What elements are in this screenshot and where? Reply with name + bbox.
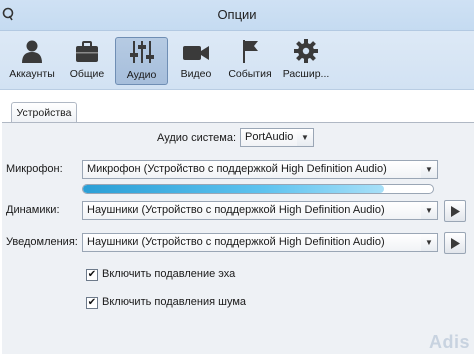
toolbar-label: Расшир... [282, 68, 330, 80]
speakers-value: Наушники (Устройство с поддержкой High D… [87, 204, 385, 216]
microphone-value: Микрофон (Устройство с поддержкой High D… [87, 163, 387, 175]
speakers-select[interactable]: Наушники (Устройство с поддержкой High D… [82, 201, 438, 220]
notifications-select[interactable]: Наушники (Устройство с поддержкой High D… [82, 233, 438, 252]
chevron-down-icon: ▼ [421, 161, 437, 178]
video-camera-icon [183, 46, 209, 60]
content-area: Устройства Аудио система: PortAudio ▼ Ми… [0, 90, 474, 354]
toolbar-audio[interactable]: Аудио [115, 37, 168, 85]
toolbar: Аккаунты Общие Аудио Видео События Расши… [0, 31, 474, 90]
play-icon [450, 237, 460, 249]
microphone-select[interactable]: Микрофон (Устройство с поддержкой High D… [82, 160, 438, 179]
tab-devices[interactable]: Устройства [11, 102, 77, 123]
gear-icon [294, 39, 318, 63]
person-icon [22, 40, 42, 63]
toolbar-advanced[interactable]: Расшир... [280, 37, 332, 85]
notifications-value: Наушники (Устройство с поддержкой High D… [87, 236, 385, 248]
sliders-icon [129, 41, 154, 63]
flag-icon [243, 40, 258, 63]
toolbar-label: Аудио [126, 69, 157, 81]
notifications-test-button[interactable] [444, 232, 466, 254]
audio-system-select[interactable]: PortAudio ▼ [240, 128, 314, 147]
chevron-down-icon: ▼ [421, 202, 437, 219]
audio-system-value: PortAudio [245, 131, 294, 143]
audio-system-label: Аудио система: [157, 132, 236, 144]
notifications-label: Уведомления: [6, 236, 78, 248]
microphone-level-fill [83, 185, 384, 193]
toolbar-general[interactable]: Общие [62, 37, 112, 85]
chevron-down-icon: ▼ [297, 129, 313, 146]
microphone-label: Микрофон: [6, 163, 63, 175]
toolbar-label: Видео [180, 68, 212, 80]
echo-cancel-label: Включить подавление эха [102, 268, 236, 280]
toolbar-video[interactable]: Видео [172, 37, 220, 85]
play-icon [450, 205, 460, 217]
toolbar-label: Общие [69, 68, 105, 80]
toolbar-label: Аккаунты [9, 68, 55, 80]
chevron-down-icon: ▼ [421, 234, 437, 251]
toolbar-label: События [228, 68, 272, 80]
title-bar: Опции [0, 0, 474, 31]
briefcase-icon [76, 41, 98, 62]
window-title: Опции [217, 7, 257, 22]
speakers-label: Динамики: [6, 204, 60, 216]
options-window: Опции Аккаунты Общие Аудио Видео События… [0, 0, 474, 354]
devices-panel: Аудио система: PortAudio ▼ Микрофон: Мик… [2, 122, 474, 354]
toolbar-events[interactable]: События [224, 37, 276, 85]
toolbar-accounts[interactable]: Аккаунты [6, 37, 58, 85]
microphone-level-meter [82, 184, 434, 194]
echo-cancel-checkbox[interactable]: ✔ [86, 269, 98, 281]
noise-suppress-checkbox[interactable]: ✔ [86, 297, 98, 309]
watermark-text: Adis [428, 332, 470, 352]
noise-suppress-label: Включить подавления шума [102, 296, 247, 308]
speakers-test-button[interactable] [444, 200, 466, 222]
